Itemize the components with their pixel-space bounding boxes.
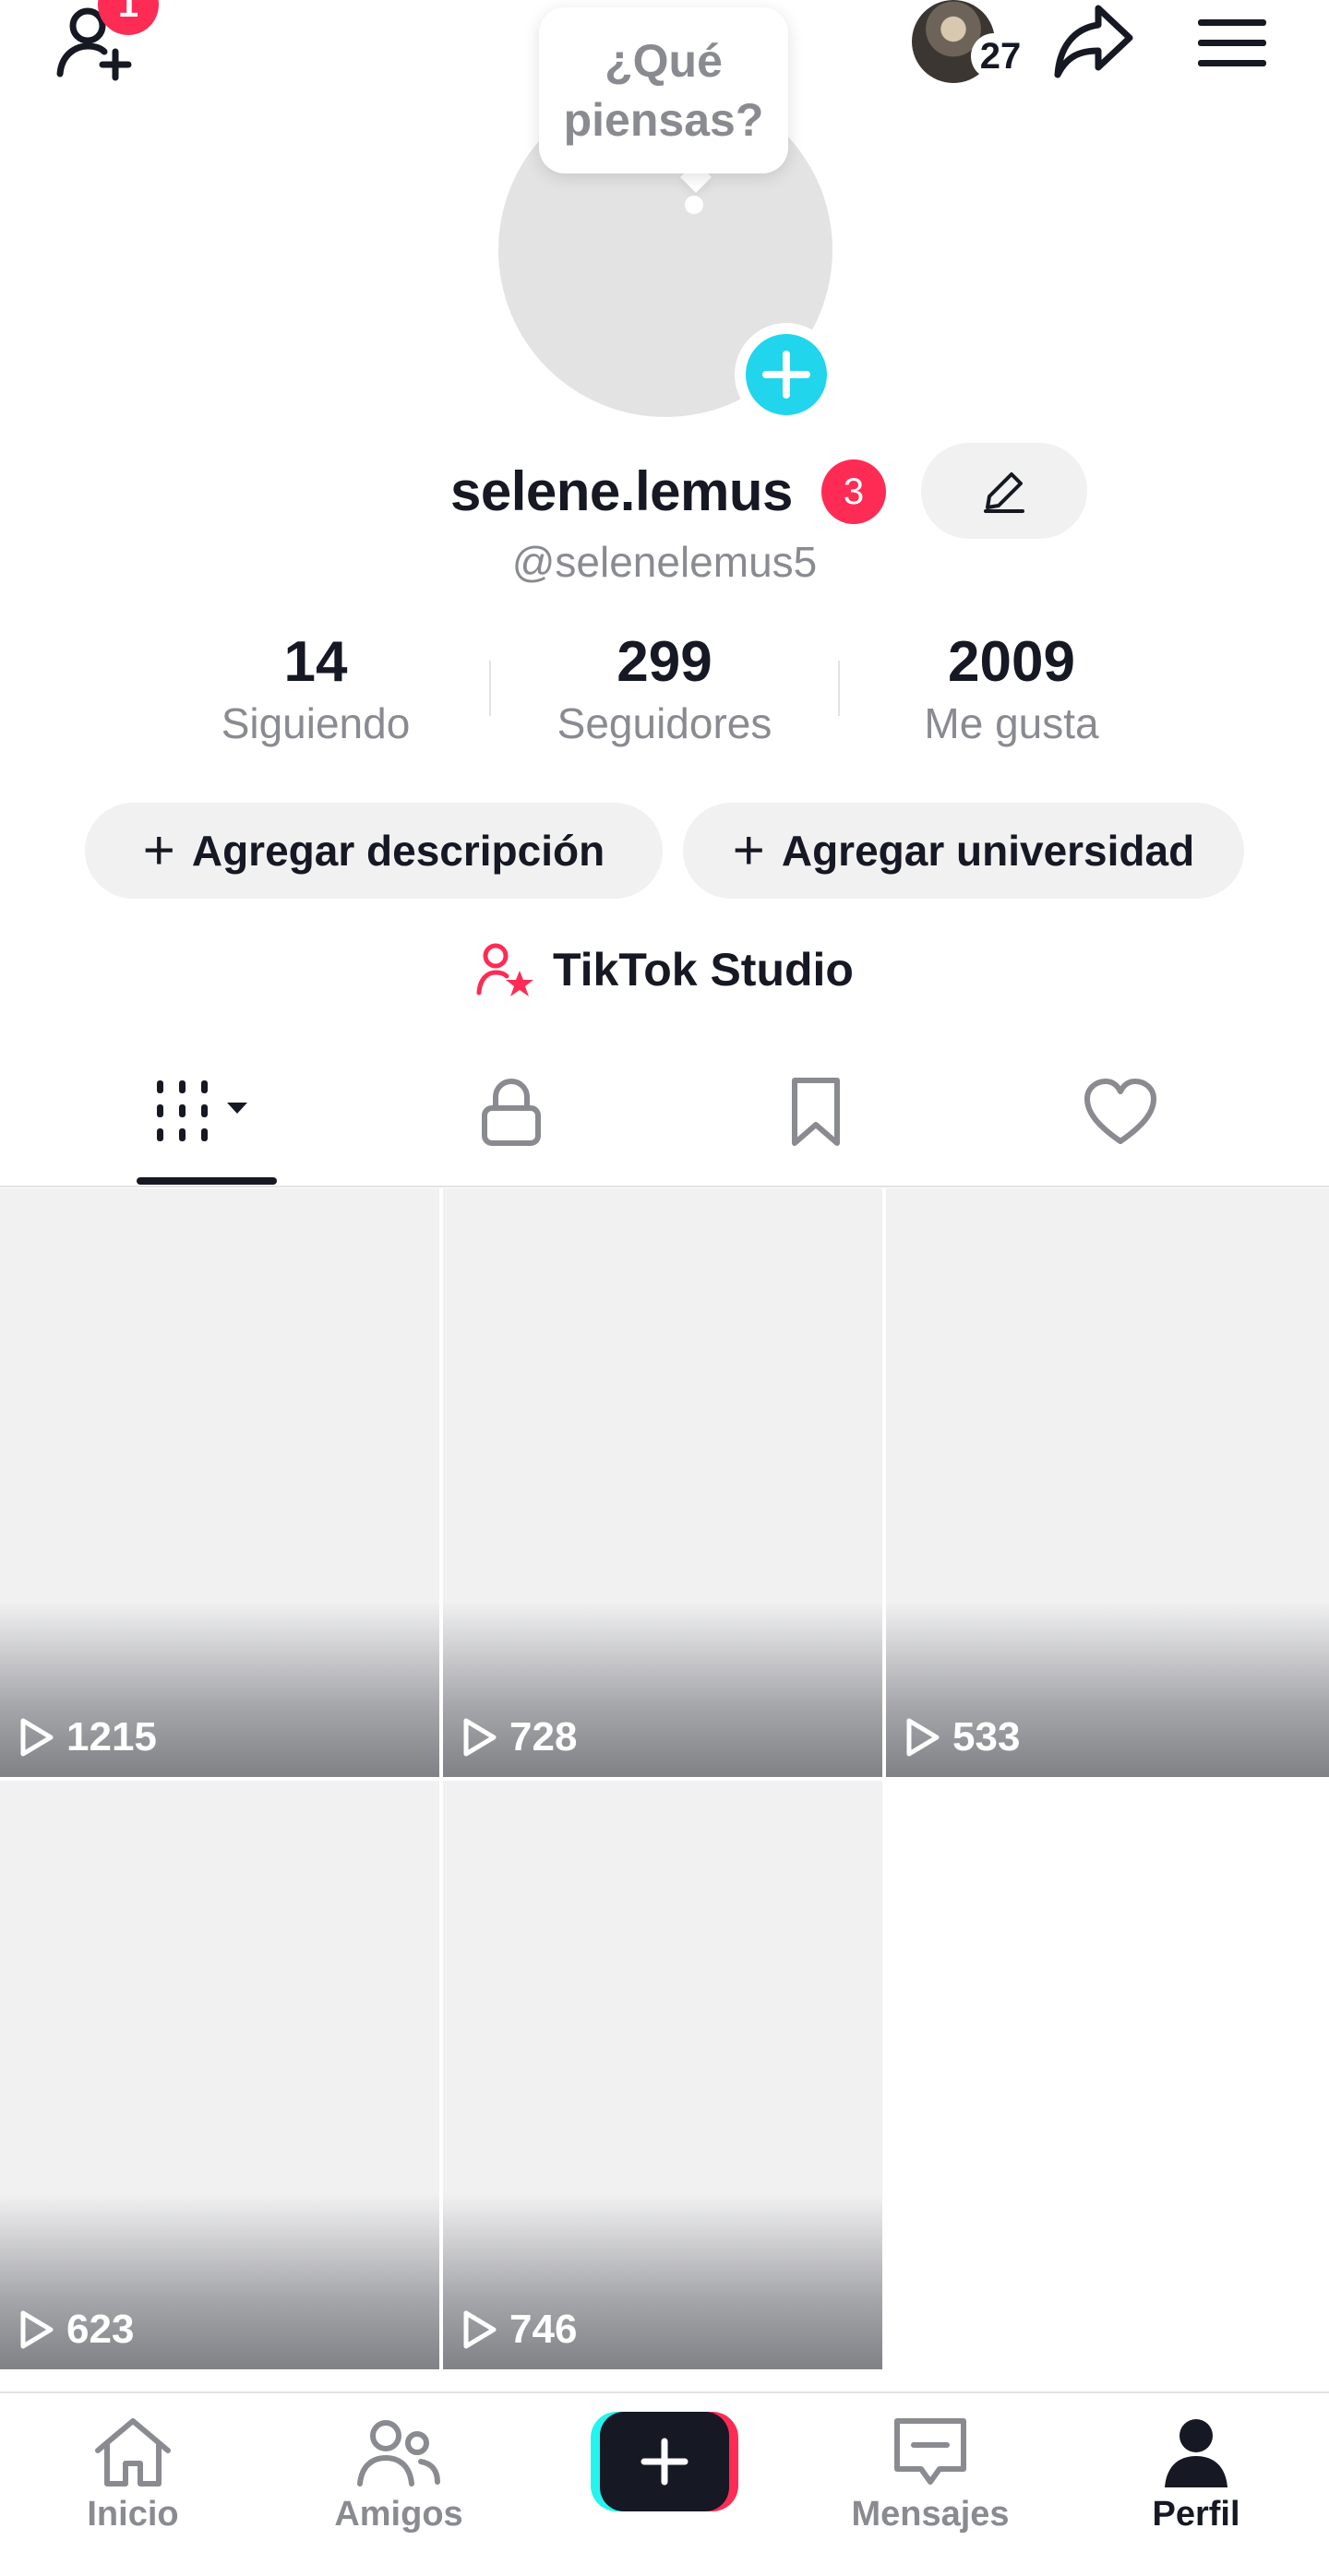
view-count: 1215 [18,1714,157,1760]
view-count: 623 [18,2307,134,2353]
share-profile-button[interactable] [1050,0,1137,83]
nav-messages[interactable]: Mensajes [797,2415,1063,2534]
stat-followers[interactable]: 299 Seguidores [498,627,831,749]
video-thumbnail[interactable]: 533 [886,1188,1329,1777]
add-avatar-button[interactable] [735,323,838,426]
play-icon [20,2310,54,2349]
nav-profile[interactable]: Perfil [1063,2415,1329,2534]
nav-friends-label: Amigos [334,2495,463,2534]
play-icon [463,2310,497,2349]
stat-following[interactable]: 14 Siguiendo [150,627,482,749]
view-count-value: 728 [509,1714,578,1759]
profile-icon [1165,2419,1227,2487]
view-count-value: 533 [952,1714,1021,1759]
edit-profile-button[interactable] [921,443,1087,539]
video-thumbnail[interactable]: 1215 [0,1188,439,1777]
add-description-label: Agregar descripción [191,827,605,875]
friends-icon [357,2420,440,2487]
stat-divider [489,661,491,716]
video-thumbnail[interactable]: 728 [443,1188,882,1777]
add-friends-button[interactable]: 1 [46,0,159,83]
nav-home-label: Inicio [87,2495,179,2534]
lock-icon [482,1078,541,1146]
video-thumbnail[interactable]: 623 [0,1781,439,2369]
tab-saved[interactable] [650,1043,982,1181]
create-button[interactable] [591,2412,738,2511]
tab-videos[interactable] [41,1043,373,1181]
videos-grid-icon [157,1080,247,1141]
thought-bubble-dot [685,196,703,214]
view-count-value: 1215 [66,1714,157,1759]
stat-value: 2009 [948,630,1075,694]
plus-icon: + [142,819,175,881]
tiktok-studio-label: TikTok Studio [553,944,854,996]
stat-label: Me gusta [924,699,1099,747]
creator-star-icon [476,943,534,996]
stat-label: Seguidores [557,699,772,747]
nav-profile-label: Perfil [1152,2495,1240,2534]
home-icon [95,2418,171,2487]
view-count: 746 [461,2307,577,2353]
play-icon [20,1718,54,1757]
create-icon [600,2412,729,2511]
plus-circle-icon [746,334,827,415]
play-icon [463,1718,497,1757]
tabs-divider [0,1186,1329,1187]
add-university-button[interactable]: + Agregar universidad [683,803,1244,899]
view-count: 533 [904,1714,1020,1760]
stat-likes[interactable]: 2009 Me gusta [845,627,1178,749]
profile-handle: @selenelemus5 [511,538,818,586]
story-count: 27 [971,33,1030,79]
thought-bubble[interactable]: ¿Qué piensas? [539,7,788,173]
stories-avatar-button[interactable]: 27 [912,0,1030,83]
nav-home[interactable]: Inicio [0,2415,266,2534]
stat-value: 299 [617,630,712,694]
stat-divider [838,661,840,716]
add-university-label: Agregar universidad [781,827,1195,875]
video-thumbnail[interactable]: 746 [443,1781,882,2369]
name-badge: 3 [821,459,886,524]
stat-label: Siguiendo [221,699,411,747]
pencil-icon [984,472,1024,513]
nav-friends[interactable]: Amigos [266,2415,532,2534]
active-tab-indicator [137,1177,277,1185]
share-icon [1054,5,1133,78]
bottom-navigation: Inicio Amigos Mensajes Perfil [0,2391,1329,2576]
tab-liked[interactable] [954,1043,1287,1181]
menu-button[interactable] [1191,0,1274,83]
hamburger-menu-icon [1198,19,1266,66]
play-icon [906,1718,940,1757]
nav-messages-label: Mensajes [851,2495,1010,2534]
view-count-value: 746 [509,2307,578,2352]
profile-name: selene.lemus [450,460,793,522]
plus-icon: + [732,819,765,881]
heart-icon [1084,1079,1156,1144]
view-count-value: 623 [66,2307,135,2352]
tiktok-studio-link[interactable]: TikTok Studio [0,941,1329,998]
tab-private[interactable] [345,1043,677,1181]
bookmark-icon [792,1078,840,1146]
add-description-button[interactable]: + Agregar descripción [85,803,663,899]
stat-value: 14 [283,630,348,694]
view-count: 728 [461,1714,577,1760]
messages-icon [894,2418,966,2485]
